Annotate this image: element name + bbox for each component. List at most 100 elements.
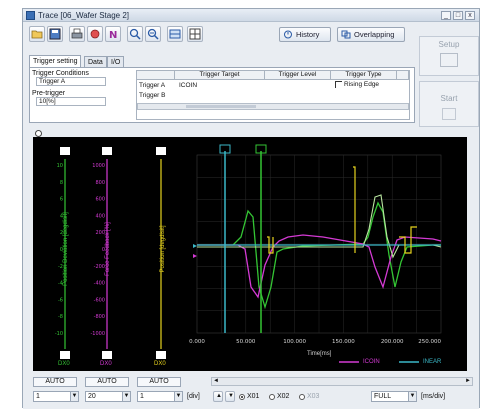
history-icon <box>284 30 292 39</box>
toolbar: N History Overlapping <box>23 23 479 45</box>
auto-button-1[interactable]: AUTO <box>33 377 77 387</box>
column-header-level: Trigger Level <box>265 71 331 80</box>
mode-select-value: FULL <box>374 393 392 400</box>
green-axis-up-button[interactable] <box>60 147 70 155</box>
trigger-a-name: Trigger A <box>139 82 166 89</box>
magenta-tick-label: 200 <box>95 230 105 236</box>
pretrigger-field[interactable]: 10[%] <box>36 97 106 106</box>
triangle-up-icon: ▲ <box>216 393 222 399</box>
magenta-tick-label: 400 <box>95 213 105 219</box>
magenta-level-marker[interactable] <box>193 254 197 258</box>
minimize-button[interactable]: _ <box>441 11 451 20</box>
green-axis-bottom-label: DX0 <box>58 361 70 367</box>
trigger-conditions-field[interactable]: Trigger A <box>36 77 106 86</box>
start-button[interactable]: Start <box>419 81 479 127</box>
x-tick-label: 150.000 <box>332 339 355 345</box>
green-tick-label: -10 <box>55 331 63 337</box>
chevron-down-icon: ▼ <box>70 392 78 401</box>
oscilloscope-svg: 1086420-2-4-6-8-10 10008006004002000-200… <box>55 144 441 363</box>
channel-toggle-icon[interactable] <box>35 130 42 137</box>
trigger-a-type-label: Rising Edge <box>344 81 380 89</box>
trigger-panel: Trigger Conditions Trigger A Pre-trigger… <box>29 67 415 123</box>
trigger-a-type[interactable]: Rising Edge <box>335 81 379 88</box>
mode-select[interactable]: FULL ▼ <box>371 391 417 402</box>
rising-edge-icon <box>335 81 342 88</box>
chevron-down-icon: ▼ <box>174 392 182 401</box>
open-icon[interactable] <box>29 26 45 42</box>
x-tick-label: 250.000 <box>418 339 441 345</box>
x-tick-label: 100.000 <box>283 339 306 345</box>
magenta-tick-label: -200 <box>94 264 105 270</box>
setup-icon <box>440 53 458 67</box>
maximize-button[interactable]: □ <box>453 11 463 20</box>
magenta-tick-label: -600 <box>94 297 105 303</box>
setup-label: Setup <box>438 40 460 49</box>
green-axis-label: Position Deviation [degdisit] <box>63 212 69 286</box>
trigger-table-scrollbar[interactable] <box>137 103 409 110</box>
green-tick-label: 10 <box>57 163 63 169</box>
green-tick-label: 6 <box>60 197 63 203</box>
green-tick-label: -8 <box>58 314 63 320</box>
cursor-down-button[interactable]: ▼ <box>225 391 235 402</box>
svg-text:N: N <box>109 30 117 41</box>
scroll-left-icon[interactable]: ◄ <box>213 378 219 384</box>
cursor-label-x02: X02 <box>277 393 290 400</box>
marker-icon[interactable] <box>87 26 103 42</box>
zoom-out-icon[interactable] <box>145 26 161 42</box>
bottom-controls: AUTO AUTO AUTO 1 ▼ 20 ▼ 1 ▼ [div] ◄ ► ▲ … <box>23 373 479 409</box>
yellow-axis-down-button[interactable] <box>156 351 166 359</box>
history-button[interactable]: History <box>279 27 331 42</box>
fit-icon[interactable] <box>167 26 183 42</box>
start-label: Start <box>440 94 458 103</box>
trace-window: Trace [06_Wafer Stage 2] _ □ x N History… <box>22 8 480 409</box>
cursor-n-icon[interactable]: N <box>105 26 121 42</box>
history-label: History <box>296 30 320 39</box>
magenta-tick-label: -400 <box>94 281 105 287</box>
cursor-radio-x03[interactable] <box>299 394 305 400</box>
div-select-1[interactable]: 1 ▼ <box>33 391 79 402</box>
table-corner <box>137 71 175 80</box>
cursor-radio-x02[interactable] <box>269 394 275 400</box>
save-icon[interactable] <box>47 26 63 42</box>
overlapping-button[interactable]: Overlapping <box>337 27 405 42</box>
print-icon[interactable] <box>69 26 85 42</box>
trigger-table: Trigger Target Trigger Level Trigger Typ… <box>136 70 410 120</box>
setup-button[interactable]: Setup <box>419 36 479 76</box>
close-button[interactable]: x <box>465 11 475 20</box>
trigger-a-target[interactable]: ICOIN <box>179 82 197 89</box>
yellow-axis-label: Position [degdisit] <box>160 225 166 273</box>
magenta-axis-up-button[interactable] <box>102 147 112 155</box>
magenta-axis-label: Force Feedback [%] <box>105 222 111 276</box>
app-icon <box>26 11 35 20</box>
cursor-radio-x01[interactable] <box>239 394 245 400</box>
green-axis-down-button[interactable] <box>60 351 70 359</box>
time-scrollbar[interactable]: ◄ ► <box>211 377 473 386</box>
cursor-label-x03: X03 <box>307 393 320 400</box>
div-select-2-value: 20 <box>88 393 96 400</box>
column-header-type: Trigger Type <box>331 71 397 80</box>
cyan-level-marker[interactable] <box>193 244 197 248</box>
auto-button-2[interactable]: AUTO <box>85 377 129 387</box>
scroll-right-icon[interactable]: ► <box>465 378 471 384</box>
start-icon <box>442 108 456 120</box>
table-scroll-corner <box>397 71 409 80</box>
magenta-tick-label: -1000 <box>90 331 105 337</box>
column-header-target: Trigger Target <box>175 71 265 80</box>
auto-button-3[interactable]: AUTO <box>137 377 181 387</box>
magenta-axis-down-button[interactable] <box>102 351 112 359</box>
magenta-tick-label: 600 <box>95 197 105 203</box>
grid-icon[interactable] <box>187 26 203 42</box>
triangle-down-icon: ▼ <box>228 393 234 399</box>
yellow-axis-up-button[interactable] <box>156 147 166 155</box>
cursor-up-button[interactable]: ▲ <box>213 391 223 402</box>
green-tick-label: -6 <box>58 297 63 303</box>
magenta-axis-bottom-label: DX0 <box>100 361 112 367</box>
window-title: Trace [06_Wafer Stage 2] <box>38 11 130 20</box>
chevron-down-icon: ▼ <box>408 392 416 401</box>
zoom-in-icon[interactable] <box>127 26 143 42</box>
chevron-down-icon: ▼ <box>122 392 130 401</box>
div-select-3[interactable]: 1 ▼ <box>137 391 183 402</box>
scrollbar-thumb[interactable] <box>186 105 256 108</box>
div-select-2[interactable]: 20 ▼ <box>85 391 131 402</box>
div-select-3-value: 1 <box>140 393 144 400</box>
